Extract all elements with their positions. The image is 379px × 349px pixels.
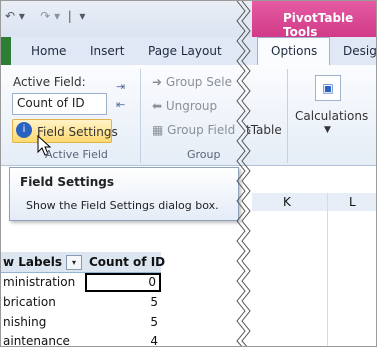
tab-page-layout[interactable]: Page Layout — [148, 44, 222, 58]
tab-design[interactable]: Design — [343, 44, 376, 58]
row-label[interactable]: brication — [3, 295, 56, 309]
column-header-row — [252, 193, 376, 212]
tab-insert[interactable]: Insert — [90, 44, 124, 58]
column-header-k[interactable]: K — [283, 195, 291, 209]
column-header-l[interactable]: L — [349, 195, 356, 209]
calculations-icon[interactable]: ▣ — [315, 75, 341, 101]
group-field-icon: ▦ — [152, 123, 164, 137]
screenshot-frame: ↶ ▾ ↷ ▾ | ▾ PivotTable Tools Home Insert… — [0, 0, 377, 347]
ungroup-button[interactable]: ⬅ Ungroup — [152, 99, 217, 113]
expand-field-icon[interactable]: ⇥ — [116, 80, 125, 93]
row-value[interactable]: 5 — [85, 315, 158, 329]
group-separator — [140, 69, 141, 163]
sheet-right-area — [252, 211, 376, 346]
filter-dropdown-icon[interactable]: ▾ — [66, 255, 82, 270]
row-value[interactable]: 4 — [85, 334, 158, 346]
count-of-id-header[interactable]: Count of ID — [89, 255, 165, 269]
group-separator-2 — [287, 69, 288, 163]
field-settings-icon: i — [16, 122, 32, 138]
selected-cell[interactable]: 0 — [85, 273, 161, 292]
row-value[interactable]: 5 — [85, 295, 158, 309]
redo-dropdown-icon[interactable]: ▾ — [54, 9, 60, 23]
row-label[interactable]: ministration — [3, 275, 75, 289]
calculations-label[interactable]: Calculations — [295, 109, 368, 123]
group-selection-button[interactable]: ➜ Group Sele — [152, 75, 232, 89]
tooltip-title: Field Settings — [20, 175, 114, 189]
pivottable-tools-title: PivotTable Tools — [283, 11, 354, 39]
active-field-label: Active Field: — [13, 75, 86, 89]
tab-options-label[interactable]: Options — [271, 44, 317, 58]
customize-qat-icon[interactable]: ▾ — [79, 9, 85, 23]
active-field-group-label: Active Field — [45, 148, 108, 161]
collapse-field-icon[interactable]: ⇤ — [116, 98, 125, 111]
file-tab-edge[interactable] — [1, 37, 11, 65]
quick-access-toolbar: ↶ ▾ ↷ ▾ | ▾ — [5, 9, 86, 23]
tooltip-body: Show the Field Settings dialog box. — [26, 199, 219, 212]
torn-edge-divider — [236, 1, 251, 346]
row-labels-header[interactable]: w Labels — [3, 255, 62, 269]
tab-home[interactable]: Home — [31, 44, 66, 58]
group-arrow-icon: ➜ — [152, 75, 163, 89]
ungroup-arrow-icon: ⬅ — [152, 99, 163, 113]
redo-icon[interactable]: ↷ — [40, 9, 50, 23]
column-divider — [327, 193, 328, 346]
active-field-input[interactable]: Count of ID — [12, 93, 107, 115]
undo-icon[interactable]: ↶ — [5, 9, 15, 23]
calculations-dropdown-icon[interactable]: ▼ — [324, 125, 331, 135]
undo-dropdown-icon[interactable]: ▾ — [19, 9, 25, 23]
row-label[interactable]: nishing — [3, 315, 46, 329]
row-label[interactable]: aintenance — [3, 334, 70, 346]
group-group-label: Group — [187, 148, 221, 161]
